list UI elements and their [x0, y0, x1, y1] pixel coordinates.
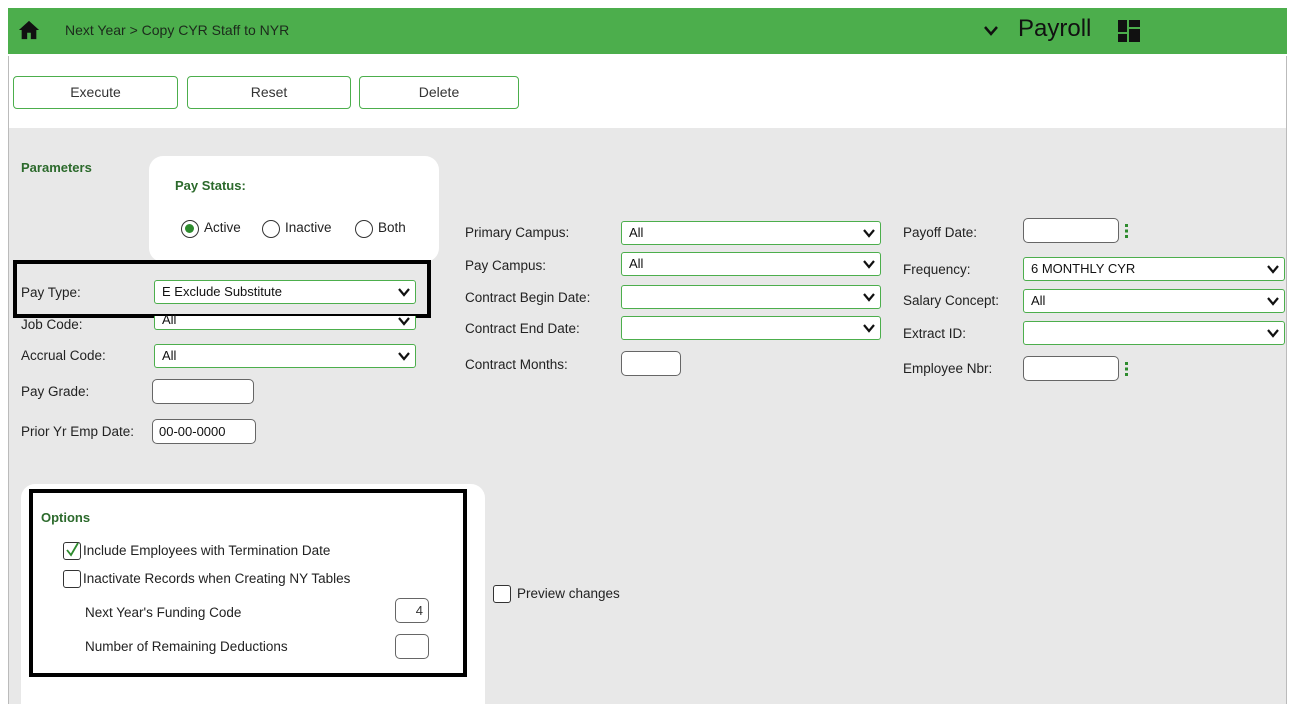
inactivate-records-label: Inactivate Records when Creating NY Tabl… [83, 571, 351, 586]
contract-begin-date-label: Contract Begin Date: [465, 290, 591, 305]
pay-campus-label: Pay Campus: [465, 258, 547, 273]
caret-down-icon [863, 293, 875, 302]
contract-months-input[interactable] [621, 351, 681, 376]
radio-inactive-label: Inactive [285, 220, 332, 235]
contract-end-date-select[interactable] [621, 316, 881, 340]
caret-down-icon [1267, 329, 1279, 338]
include-terminated-checkbox[interactable] [63, 542, 81, 560]
funding-code-label: Next Year's Funding Code [85, 605, 242, 620]
pay-campus-select[interactable]: All [621, 252, 881, 276]
reset-button[interactable]: Reset [187, 76, 351, 109]
extract-id-label: Extract ID: [903, 326, 967, 341]
funding-code-input[interactable]: 4 [395, 598, 429, 623]
payoff-date-label: Payoff Date: [903, 225, 978, 240]
salary-concept-label: Salary Concept: [903, 293, 1000, 308]
radio-active[interactable] [181, 220, 199, 238]
caret-down-icon [863, 324, 875, 333]
employee-nbr-label: Employee Nbr: [903, 361, 993, 376]
caret-down-icon [398, 317, 410, 326]
extract-id-select[interactable] [1023, 321, 1285, 345]
contract-end-date-label: Contract End Date: [465, 321, 580, 336]
contract-begin-date-select[interactable] [621, 285, 881, 309]
caret-down-icon [398, 352, 410, 361]
parameters-title: Parameters [21, 160, 92, 175]
toolbar: Execute Reset Delete [8, 56, 1287, 128]
frequency-select[interactable]: 6 MONTHLY CYR [1023, 257, 1285, 281]
home-icon[interactable] [18, 19, 40, 41]
employee-nbr-input[interactable] [1023, 356, 1119, 381]
accrual-code-label: Accrual Code: [21, 348, 106, 363]
frequency-label: Frequency: [903, 262, 971, 277]
execute-button[interactable]: Execute [13, 76, 178, 109]
app-title[interactable]: Payroll [1018, 15, 1091, 43]
inactivate-records-checkbox[interactable] [63, 570, 81, 588]
caret-down-icon [1267, 265, 1279, 274]
preview-changes-label: Preview changes [517, 586, 620, 601]
prior-yr-emp-date-label: Prior Yr Emp Date: [21, 424, 135, 439]
dots-icon[interactable] [1124, 223, 1130, 239]
salary-concept-select[interactable]: All [1023, 289, 1285, 313]
radio-both[interactable] [355, 220, 373, 238]
grid-icon[interactable] [1118, 20, 1140, 42]
caret-down-icon [863, 260, 875, 269]
radio-active-label: Active [204, 220, 241, 235]
content-area: Parameters Pay Status: Active Inactive B… [8, 128, 1287, 704]
check-icon [66, 542, 79, 557]
pay-grade-input[interactable] [152, 379, 254, 404]
breadcrumb: Next Year > Copy CYR Staff to NYR [65, 22, 290, 38]
primary-campus-select[interactable]: All [621, 221, 881, 245]
primary-campus-label: Primary Campus: [465, 225, 570, 240]
header-bar: Next Year > Copy CYR Staff to NYR Payrol… [8, 8, 1287, 54]
pay-type-highlight [13, 260, 431, 318]
preview-changes-checkbox[interactable] [493, 585, 511, 603]
pay-status-title: Pay Status: [175, 178, 246, 193]
caret-down-icon [863, 229, 875, 238]
chevron-down-icon[interactable] [983, 24, 999, 38]
include-terminated-label: Include Employees with Termination Date [83, 543, 331, 558]
app-frame: Next Year > Copy CYR Staff to NYR Payrol… [0, 0, 1295, 704]
job-code-select[interactable]: All [154, 313, 416, 330]
contract-months-label: Contract Months: [465, 357, 568, 372]
delete-button[interactable]: Delete [359, 76, 519, 109]
options-title: Options [41, 510, 91, 525]
prior-yr-emp-date-input[interactable] [152, 419, 256, 444]
caret-down-icon [1267, 297, 1279, 306]
radio-inactive[interactable] [262, 220, 280, 238]
remaining-deductions-input[interactable] [395, 634, 429, 659]
job-code-label: Job Code: [21, 317, 83, 332]
radio-both-label: Both [378, 220, 406, 235]
payoff-date-input[interactable] [1023, 218, 1119, 243]
remaining-deductions-label: Number of Remaining Deductions [85, 639, 288, 654]
dots-icon[interactable] [1124, 361, 1130, 377]
pay-grade-label: Pay Grade: [21, 384, 90, 399]
accrual-code-select[interactable]: All [154, 344, 416, 368]
pay-status-panel: Pay Status: Active Inactive Both [149, 156, 439, 262]
